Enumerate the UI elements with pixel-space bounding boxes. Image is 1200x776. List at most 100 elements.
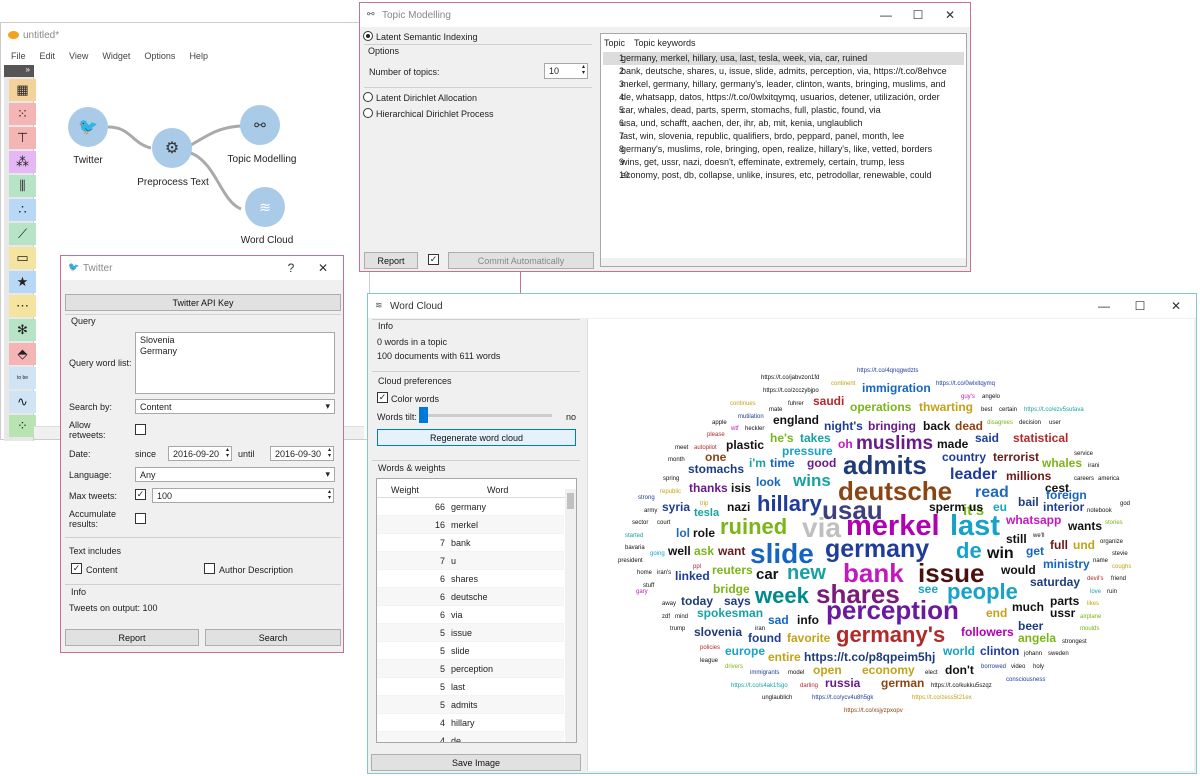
cloud-word: he's [770,431,794,445]
search-button[interactable]: Search [205,629,341,646]
topic-row[interactable]: 4de, whatsapp, datos, https://t.co/0wlxi… [603,91,964,104]
word-row[interactable]: 4 hillary [377,714,564,732]
topic-row[interactable]: 8germany's, muslims, role, bringing, ope… [603,143,964,156]
topic-node[interactable]: ⚯ [240,105,280,145]
lsi-radio[interactable] [363,31,373,41]
word-col-header[interactable]: Word [487,485,508,495]
cloud-word: wtf [731,426,739,432]
hdp-radio[interactable] [363,108,373,118]
word-row[interactable]: 66 germany [377,498,564,516]
lda-radio[interactable] [363,92,373,102]
topic-row[interactable]: 10economy, post, db, collapse, unlike, i… [603,169,964,182]
word-row[interactable]: 4 de [377,732,564,742]
cloud-word: https://t.co/ezv5sutava [1024,407,1084,413]
commit-button[interactable]: Commit Automatically [448,252,594,269]
allow-retweets-checkbox[interactable] [135,424,146,435]
word-row[interactable]: 5 slide [377,642,564,660]
weight-col-header[interactable]: Weight [391,485,419,495]
search-by-label: Search by: [69,402,113,412]
word-text: bank [451,538,471,548]
author-checkbox[interactable] [204,563,215,574]
topic-col-header[interactable]: Topic [604,38,625,48]
accumulate-checkbox[interactable] [135,513,146,524]
topic-maximize-button[interactable]: ☐ [902,3,934,27]
spin-icon: ▴ ▾ [327,489,331,501]
words-tilt-slider[interactable] [420,414,552,417]
word-row[interactable]: 7 bank [377,534,564,552]
cloud-word: germany's [836,622,946,647]
cloud-word: sector [632,520,649,526]
topic-row[interactable]: 1germany, merkel, hillary, usa, last, te… [603,52,964,65]
word-row[interactable]: 6 deutsche [377,588,564,606]
topic-row[interactable]: 7last, win, slovenia, republic, qualifie… [603,130,964,143]
max-tweets-checkbox[interactable]: ✓ [135,489,146,500]
topic-row[interactable]: 3merkel, germany, hillary, germany's, le… [603,78,964,91]
commit-auto-checkbox[interactable]: ✓ [428,254,439,265]
cloud-word: policies [700,645,721,651]
keywords-col-header[interactable]: Topic keywords [634,38,696,48]
options-group [364,44,592,45]
topics-hscroll[interactable] [601,258,966,266]
cloud-word: home [637,570,653,576]
word-row[interactable]: 5 admits [377,696,564,714]
cloud-word: linked [675,569,710,583]
words-vscroll-thumb[interactable] [567,493,574,509]
word-text: u [451,556,457,566]
color-words-checkbox[interactable]: ✓ [377,392,388,403]
topic-row[interactable]: 6usa, und, schafft, aachen, der, ihr, ab… [603,117,964,130]
word-text: last [451,682,466,692]
cloud-word: best [981,407,993,413]
topic-report-button[interactable]: Report [364,252,418,269]
cloud-word: slovenia [694,625,743,639]
regenerate-button[interactable]: Regenerate word cloud [377,429,576,446]
topic-row[interactable]: 5car, whales, dead, parts, sperm, stomac… [603,104,964,117]
num-topics-field[interactable]: 10 ▴ ▾ [544,63,588,79]
wc-maximize-button[interactable]: ☐ [1124,294,1156,318]
date-to-field[interactable]: 2016-09-30 ▴ ▾ [270,446,334,461]
api-key-button[interactable]: Twitter API Key [65,294,341,311]
twitter-close-button[interactable]: ✕ [307,256,339,280]
topic-keywords: germany, merkel, hillary, usa, last, tes… [621,53,868,63]
cloud-word: terrorist [993,450,1040,464]
date-from-field[interactable]: 2016-09-20 ▴ ▾ [168,446,232,461]
cloud-word: https://t.co/kukku5szqz [931,683,992,689]
cloud-word: republic [660,489,682,495]
wordcloud-node[interactable]: ≋ [245,187,285,227]
topic-row[interactable]: 2bank, deutsche, shares, u, issue, slide… [603,65,964,78]
word-row[interactable]: 16 merkel [377,516,564,534]
preprocess-node[interactable]: ⚙ [152,128,192,168]
word-row[interactable]: 7u [377,552,564,570]
word-row[interactable]: 6 shares [377,570,564,588]
language-select[interactable]: Any ▾ [135,467,335,482]
word-row[interactable]: 5 last [377,678,564,696]
word-row[interactable]: 6 via [377,606,564,624]
words-vscroll[interactable] [565,489,576,742]
wc-close-button[interactable]: ✕ [1160,294,1192,318]
cloud-word: operations [850,400,912,414]
topic-title: Topic Modelling [382,9,451,21]
word-row[interactable]: 5 perception [377,660,564,678]
topic-row[interactable]: 9wins, get, ussr, nazi, doesn't, effemin… [603,156,964,169]
cloud-word: love [1090,589,1102,595]
wc-minimize-button[interactable]: — [1088,294,1120,318]
save-image-button[interactable]: Save Image [371,754,581,771]
help-button[interactable]: ? [275,256,307,280]
topic-keywords: wins, get, ussr, nazi, doesn't, effemina… [621,157,905,167]
search-by-select[interactable]: Content ▾ [135,399,335,414]
cloud-word: full [1050,538,1068,552]
cloud-word: please [707,432,725,438]
twitter-report-button[interactable]: Report [65,629,199,646]
topic-number: 10 [619,170,630,180]
topic-minimize-button[interactable]: — [870,3,902,27]
query-word-list[interactable]: Slovenia Germany [135,332,335,394]
content-checkbox[interactable]: ✓ [71,563,82,574]
word-row[interactable]: 5 issue [377,624,564,642]
twitter-node[interactable]: 🐦 [68,107,108,147]
word-text: issue [451,628,473,638]
cloud-word: sweden [1048,651,1069,657]
cloud-prefs-group [372,371,580,372]
topic-close-button[interactable]: ✕ [934,3,966,27]
cloud-word: https://t.co/4qnqgwdzts [857,368,919,374]
max-tweets-field[interactable]: 100 ▴ ▾ [152,488,334,503]
words-tilt-handle[interactable] [419,407,428,423]
